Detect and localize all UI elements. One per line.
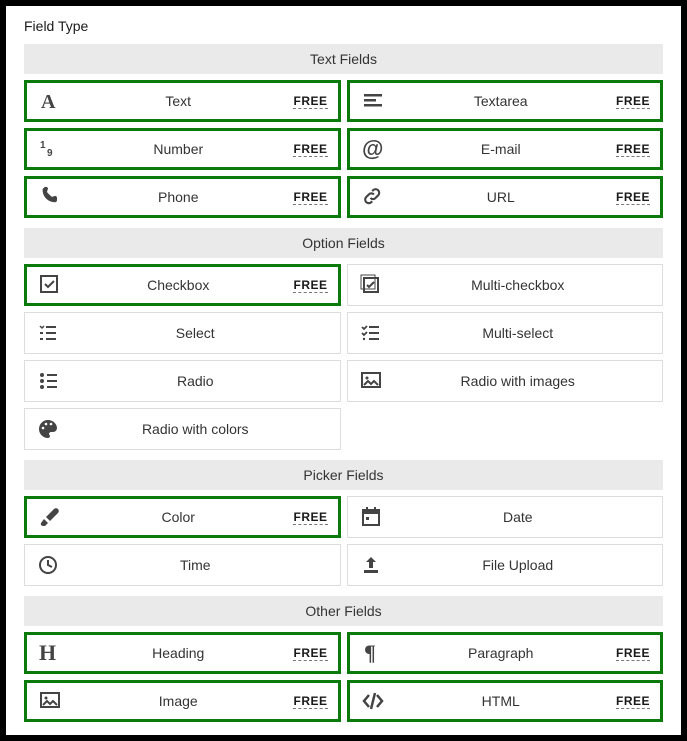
- field-tile-paragraph[interactable]: ParagraphFREE: [347, 632, 664, 674]
- at-icon: [360, 138, 386, 160]
- free-badge: FREE: [293, 142, 327, 157]
- heading-icon: [37, 642, 63, 664]
- field-tile-textarea[interactable]: TextareaFREE: [347, 80, 664, 122]
- field-tile-select[interactable]: Select: [24, 312, 341, 354]
- field-tile-label: URL: [386, 189, 616, 205]
- free-badge: FREE: [616, 646, 650, 661]
- field-tile-label: Image: [63, 693, 293, 709]
- code-icon: [360, 690, 386, 712]
- field-tile-label: HTML: [386, 693, 616, 709]
- free-badge: FREE: [293, 278, 327, 293]
- field-tile-number[interactable]: NumberFREE: [24, 128, 341, 170]
- field-tile-label: Paragraph: [386, 645, 616, 661]
- paragraph-icon: [360, 642, 386, 664]
- field-tile-date[interactable]: Date: [347, 496, 664, 538]
- field-tile-email[interactable]: E-mailFREE: [347, 128, 664, 170]
- field-tile-url[interactable]: URLFREE: [347, 176, 664, 218]
- align-left-icon: [360, 90, 386, 112]
- field-tile-label: Text: [63, 93, 293, 109]
- field-grid: TextFREETextareaFREENumberFREEE-mailFREE…: [24, 80, 663, 218]
- free-badge: FREE: [616, 694, 650, 709]
- field-tile-label: Multi-select: [384, 325, 653, 341]
- field-tile-color[interactable]: ColorFREE: [24, 496, 341, 538]
- free-badge: FREE: [293, 94, 327, 109]
- field-tile-radio-colors[interactable]: Radio with colors: [24, 408, 341, 450]
- field-tile-label: Number: [63, 141, 293, 157]
- field-tile-label: Radio with colors: [61, 421, 330, 437]
- field-tile-label: Radio: [61, 373, 330, 389]
- field-tile-checkbox[interactable]: CheckboxFREE: [24, 264, 341, 306]
- field-tile-label: Phone: [63, 189, 293, 205]
- palette-icon: [35, 418, 61, 440]
- field-tile-html[interactable]: HTMLFREE: [347, 680, 664, 722]
- field-tile-text[interactable]: TextFREE: [24, 80, 341, 122]
- field-grid: CheckboxFREE Multi-checkbox Select Multi-se…: [24, 264, 663, 450]
- multicheck-icon: [358, 274, 384, 296]
- field-tile-label: Color: [63, 509, 293, 525]
- section-header: Other Fields: [24, 596, 663, 626]
- field-tile-label: Heading: [63, 645, 293, 661]
- field-tile-multi-select[interactable]: Multi-select: [347, 312, 664, 354]
- field-tile-radio[interactable]: Radio: [24, 360, 341, 402]
- multiselect-icon: [358, 322, 384, 344]
- section-header: Option Fields: [24, 228, 663, 258]
- free-badge: FREE: [616, 94, 650, 109]
- field-grid: ColorFREE Date Time File Upload: [24, 496, 663, 586]
- field-tile-label: Checkbox: [63, 277, 293, 293]
- free-badge: FREE: [293, 694, 327, 709]
- free-badge: FREE: [616, 142, 650, 157]
- image-icon: [37, 690, 63, 712]
- section-header: Picker Fields: [24, 460, 663, 490]
- free-badge: FREE: [293, 646, 327, 661]
- field-tile-label: Multi-checkbox: [384, 277, 653, 293]
- free-badge: FREE: [293, 510, 327, 525]
- brush-icon: [37, 506, 63, 528]
- field-tile-phone[interactable]: PhoneFREE: [24, 176, 341, 218]
- field-tile-label: Select: [61, 325, 330, 341]
- link-icon: [360, 186, 386, 208]
- number-icon: [37, 138, 63, 160]
- font-icon: [37, 90, 63, 112]
- field-grid: HeadingFREEParagraphFREEImageFREEHTMLFRE…: [24, 632, 663, 722]
- phone-icon: [37, 186, 63, 208]
- section-header: Text Fields: [24, 44, 663, 74]
- field-tile-label: Time: [61, 557, 330, 573]
- field-tile-radio-images[interactable]: Radio with images: [347, 360, 664, 402]
- field-tile-multi-checkbox[interactable]: Multi-checkbox: [347, 264, 664, 306]
- clock-icon: [35, 554, 61, 576]
- field-tile-image[interactable]: ImageFREE: [24, 680, 341, 722]
- upload-icon: [358, 554, 384, 576]
- field-tile-label: File Upload: [384, 557, 653, 573]
- calendar-icon: [358, 506, 384, 528]
- select-icon: [35, 322, 61, 344]
- free-badge: FREE: [293, 190, 327, 205]
- checkbox-icon: [37, 274, 63, 296]
- field-tile-label: Date: [384, 509, 653, 525]
- field-tile-file[interactable]: File Upload: [347, 544, 664, 586]
- field-tile-time[interactable]: Time: [24, 544, 341, 586]
- field-tile-heading[interactable]: HeadingFREE: [24, 632, 341, 674]
- field-tile-label: E-mail: [386, 141, 616, 157]
- image-icon: [358, 370, 384, 392]
- field-tile-label: Radio with images: [384, 373, 653, 389]
- free-badge: FREE: [616, 190, 650, 205]
- radio-icon: [35, 370, 61, 392]
- page-title: Field Type: [24, 18, 663, 34]
- field-tile-label: Textarea: [386, 93, 616, 109]
